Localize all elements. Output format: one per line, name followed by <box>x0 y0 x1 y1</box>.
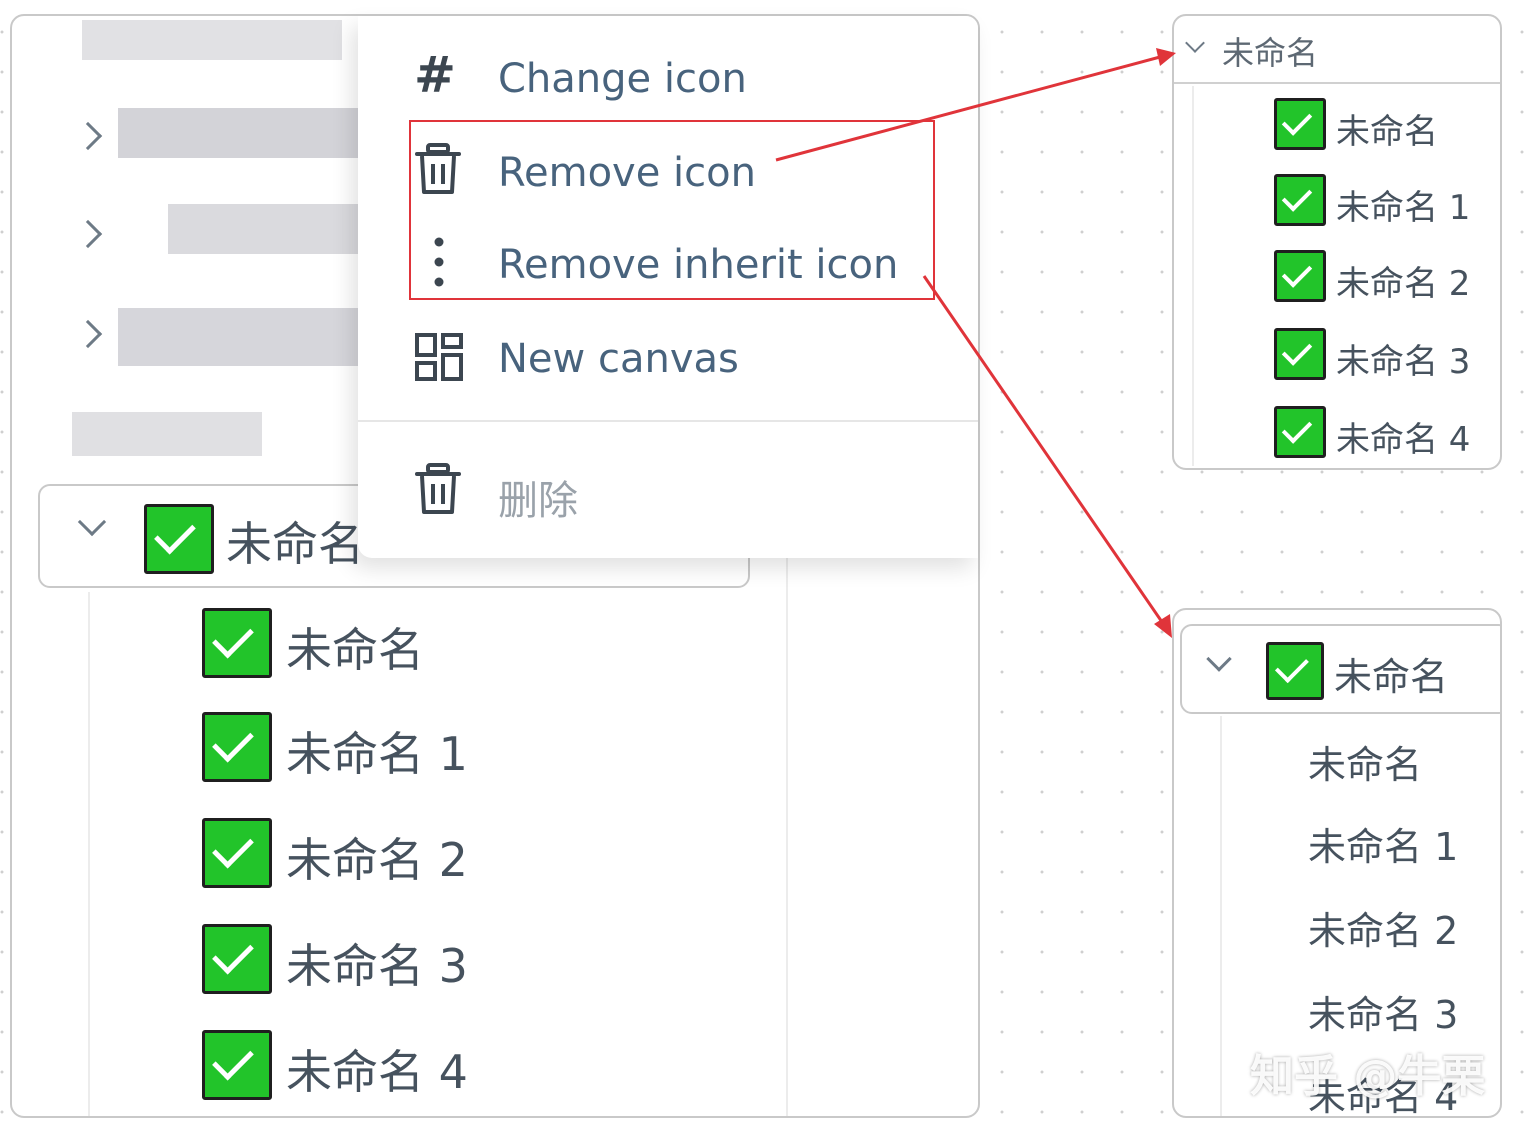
check-icon <box>1266 642 1324 700</box>
tree-child-label[interactable]: 未命名 3 <box>1308 984 1458 1039</box>
tree-child-item[interactable]: 未命名 2 <box>202 818 702 890</box>
tree-guide-line <box>1220 716 1222 1116</box>
chevron-right-icon[interactable] <box>73 219 103 249</box>
menu-item-label: Change icon <box>498 56 747 102</box>
tree-root-row[interactable]: 未命名 <box>1180 624 1500 714</box>
result-panel-top: 未命名 未命名 未命名 1 未命名 2 未命名 3 未命名 4 <box>1172 14 1502 470</box>
tree-child-label: 未命名 2 <box>1336 264 1471 304</box>
check-icon <box>1274 98 1326 150</box>
tree-child-item[interactable]: 未命名 4 <box>1274 406 1494 460</box>
check-icon <box>202 1030 272 1100</box>
tree-child-label[interactable]: 未命名 2 <box>1308 900 1458 955</box>
panel-divider <box>786 556 788 1116</box>
check-icon <box>144 504 214 574</box>
tree-child-item[interactable]: 未命名 <box>202 608 702 680</box>
check-icon <box>1274 250 1326 302</box>
tree-guide-line <box>1192 86 1194 466</box>
tree-root-label: 未命名 <box>1222 34 1319 72</box>
tree-guide-line <box>88 592 90 1116</box>
tree-root-label: 未命名 <box>1334 655 1449 699</box>
menu-item-label: 删除 <box>498 478 578 524</box>
tree-child-label: 未命名 4 <box>1336 420 1471 460</box>
tree-child-label: 未命名 1 <box>1336 188 1471 228</box>
menu-item-label: New canvas <box>498 336 739 382</box>
chevron-down-icon[interactable] <box>1206 646 1232 672</box>
tree-child-label: 未命名 <box>1336 112 1438 152</box>
menu-item-new-canvas[interactable]: New canvas <box>358 322 978 398</box>
tree-child-label: 未命名 3 <box>286 939 468 993</box>
grid-icon <box>414 332 464 386</box>
check-icon <box>1274 174 1326 226</box>
tree-root-label: 未命名 <box>226 517 364 571</box>
tree-child-label: 未命名 1 <box>286 727 468 781</box>
arrowhead <box>1154 614 1172 638</box>
tree-child-label: 未命名 4 <box>286 1045 468 1099</box>
menu-item-delete[interactable]: 删除 <box>358 456 978 532</box>
chevron-right-icon[interactable] <box>73 319 103 349</box>
check-icon <box>202 924 272 994</box>
check-icon <box>202 712 272 782</box>
check-icon <box>202 608 272 678</box>
tree-child-item[interactable]: 未命名 1 <box>202 712 702 784</box>
tree-root-row[interactable]: 未命名 <box>1174 16 1500 84</box>
chevron-down-icon[interactable] <box>77 507 107 537</box>
tree-child-item[interactable]: 未命名 1 <box>1274 174 1494 228</box>
chevron-right-icon[interactable] <box>73 121 103 151</box>
check-icon <box>202 818 272 888</box>
tree-child-label[interactable]: 未命名 <box>1308 734 1422 789</box>
tree-child-item[interactable]: 未命名 2 <box>1274 250 1494 304</box>
tree-child-item[interactable]: 未命名 4 <box>202 1030 702 1102</box>
check-icon <box>1274 406 1326 458</box>
watermark: 知乎 @牛栗 <box>1250 1051 1486 1102</box>
tree-child-item[interactable]: 未命名 3 <box>1274 328 1494 382</box>
tree-child-label: 未命名 <box>286 623 424 677</box>
tree-child-item[interactable]: 未命名 3 <box>202 924 702 996</box>
tree-child-label: 未命名 3 <box>1336 342 1471 382</box>
menu-item-change-icon[interactable]: # Change icon <box>358 44 978 120</box>
tree-child-label[interactable]: 未命名 1 <box>1308 816 1458 871</box>
chevron-down-icon[interactable] <box>1185 33 1205 53</box>
tree-child-item[interactable]: 未命名 <box>1274 98 1494 152</box>
menu-divider <box>358 420 978 422</box>
tree-child-label: 未命名 2 <box>286 833 468 887</box>
highlight-box <box>409 120 935 300</box>
trash-icon <box>414 462 462 520</box>
hash-icon: # <box>414 46 456 104</box>
check-icon <box>1274 328 1326 380</box>
